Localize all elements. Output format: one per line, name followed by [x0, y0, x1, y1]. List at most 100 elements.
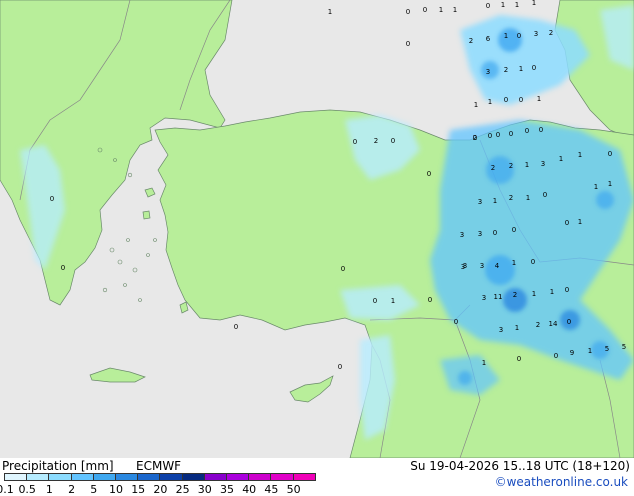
precip-value-label: 0 [539, 126, 543, 134]
credit-link[interactable]: ©weatheronline.co.uk [495, 475, 628, 489]
precip-value-label: 0 [608, 150, 612, 158]
precip-value-label: 1 [526, 194, 530, 202]
precip-value-label: 3 [480, 262, 484, 270]
precip-value-label: 0 [353, 138, 357, 146]
precip-value-label: 0 [391, 137, 395, 145]
scale-tick-label: 5 [90, 483, 98, 496]
precip-value-label: 2 [549, 29, 553, 37]
map-title: Precipitation [mm] [2, 459, 114, 473]
precip-value-label: 2 [473, 134, 477, 142]
scale-tick-label: 45 [264, 483, 279, 496]
scale-swatch [4, 473, 28, 481]
scale-tick-label: 25 [175, 483, 190, 496]
precip-value-label: 2 [491, 164, 495, 172]
precip-value-label: 1 [482, 359, 486, 367]
scale-tick-label: 35 [220, 483, 234, 496]
precip-value-label: 0 [428, 296, 432, 304]
precip-value-label: 2 [509, 162, 513, 170]
forecast-map-panel: 1001101110261032321011001000000222131101… [0, 0, 634, 496]
precip-value-label: 0 [496, 131, 500, 139]
precipitation-map: 1 0 0 1 1 0 1 1 10 2 6 1 0 3 23 2 1 01 1 0 0 10 0 0 0 0022 2 1 31 1 01… [0, 0, 634, 458]
precip-value-label: 1 [525, 161, 529, 169]
precip-value-label: 1 [550, 288, 554, 296]
precip-value-label: 0 [565, 286, 569, 294]
precip-value-label: 3 [534, 30, 538, 38]
precip-value-label: 9 [570, 349, 574, 357]
precip-value-label: 1 [594, 183, 598, 191]
scale-tick-label: 50 [286, 483, 301, 496]
precip-value-label: 3 [463, 262, 467, 270]
precip-value-label: 0 [341, 265, 345, 273]
chios-island [142, 210, 151, 220]
precip-value-label: 2 [469, 37, 473, 45]
precip-value-label: 0 [338, 363, 342, 371]
scale-swatch [181, 473, 205, 481]
precip-value-label: 0 [519, 96, 523, 104]
precip-value-label: 1 [588, 347, 592, 355]
precip-value-label: 0 [234, 323, 238, 331]
scale-swatch [137, 473, 161, 481]
precip-value-label: 0 [531, 258, 535, 266]
precip-value-label: 0 [61, 264, 65, 272]
precip-value-label: 0 [517, 355, 521, 363]
precip-value-label: 1 [504, 32, 508, 40]
precip-value-label: 2 [509, 194, 513, 202]
scale-tick-label: 0.5 [18, 483, 36, 496]
precip-value-label: 1 [501, 1, 505, 9]
scale-swatch [70, 473, 94, 481]
precip-value-label: 1 [532, 290, 536, 298]
precip-value-label: 0 [488, 132, 492, 140]
precip-value-label: 3 [460, 231, 464, 239]
precip-value-label: 0 [512, 226, 516, 234]
model-name: ECMWF [136, 459, 182, 473]
precip-value-label: 2 [374, 137, 378, 145]
precip-value-label: 3 [541, 160, 545, 168]
scale-swatch [203, 473, 227, 481]
precip-value-label: 1 [537, 95, 541, 103]
precip-value-label: 11 [494, 293, 503, 301]
precip-value-label: 14 [549, 320, 558, 328]
precip-value-label: 3 [486, 68, 490, 76]
precip-value-label: 1 [519, 65, 523, 73]
precip-value-label: 4 [495, 262, 500, 270]
precip-value-label: 0 [517, 32, 521, 40]
scale-swatch [48, 473, 72, 481]
precip-value-label: 0 [486, 2, 490, 10]
scale-tick-label: 10 [109, 483, 123, 496]
precip-value-label: 0 [565, 219, 569, 227]
scale-swatch [292, 473, 316, 481]
precip-value-label: 1 [515, 324, 519, 332]
precip-value-label: 0 [554, 352, 558, 360]
precip-value-label: 0 [427, 170, 431, 178]
scale-tick-label: 15 [131, 483, 146, 496]
precip-value-label: 1 [488, 98, 492, 106]
precip-value-label: 0 [509, 130, 513, 138]
precip-value-label: 2 [513, 291, 517, 299]
precip-value-label: 0 [406, 8, 410, 16]
precip-value-label: 1 [391, 297, 395, 305]
map-footer: Precipitation [mm] ECMWF Su 19-04-2026 1… [0, 458, 634, 496]
precip-value-label: 0 [373, 297, 377, 305]
precip-value-label: 0 [454, 318, 458, 326]
precip-value-label: 0 [567, 318, 571, 326]
precip-value-label: 1 [532, 0, 536, 7]
precip-value-label: 5 [605, 345, 609, 353]
precip-value-label: 1 [515, 1, 519, 9]
precip-value-label: 3 [482, 294, 486, 302]
precip-value-label: 1 [559, 155, 563, 163]
precip-value-label: 3 [499, 326, 503, 334]
precip-value-label: 0 [423, 6, 427, 14]
precip-value-label: 1 [328, 8, 332, 16]
scale-swatch [115, 473, 139, 481]
precip-value-label: 3 [478, 230, 482, 238]
precip-value-label: 0 [543, 191, 547, 199]
scale-swatch [270, 473, 294, 481]
scale-swatch [226, 473, 250, 481]
scale-tick-label: 30 [197, 483, 212, 496]
precip-value-label: 1 [578, 218, 582, 226]
precip-value-label: 0 [525, 127, 529, 135]
precip-value-label: 1 [453, 6, 457, 14]
scale-tick-label: 40 [242, 483, 257, 496]
precip-value-label: 0 [493, 229, 497, 237]
scale-swatch [248, 473, 272, 481]
